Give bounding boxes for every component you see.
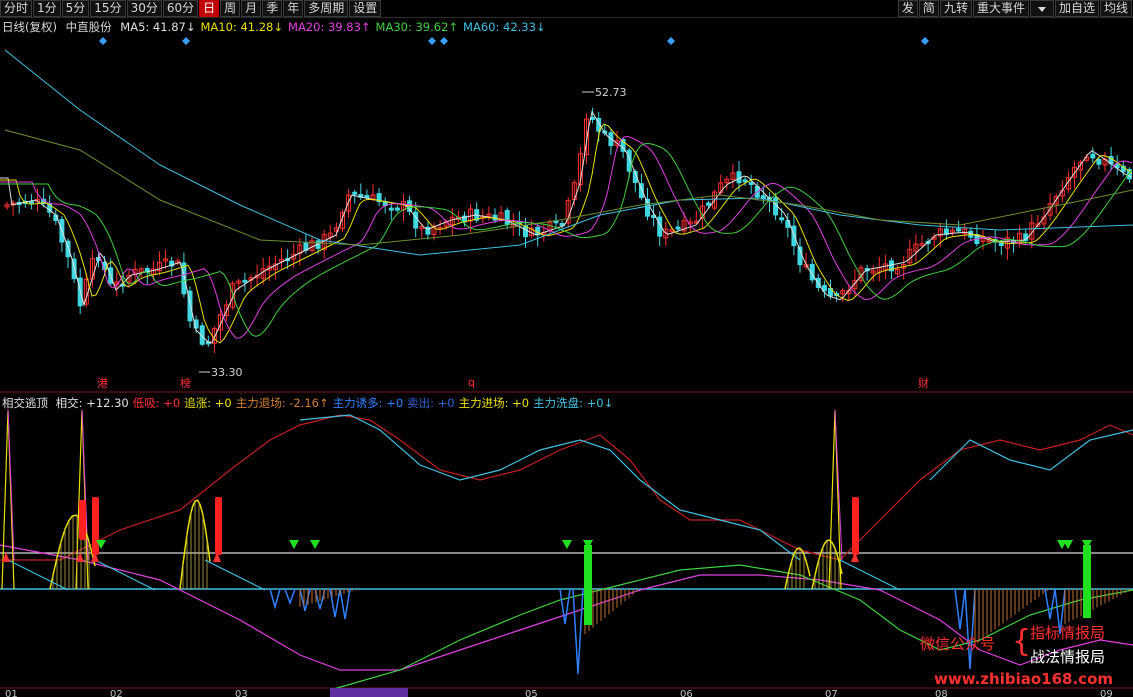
watermark-line1: 指标情报局 bbox=[1030, 624, 1106, 642]
candle-body bbox=[242, 279, 248, 283]
indicator-item-2: 追涨: +0 bbox=[184, 396, 231, 410]
watermark-brace: { bbox=[1012, 624, 1032, 659]
candle-body bbox=[504, 209, 510, 225]
candle-body bbox=[1096, 158, 1102, 165]
indicator-item-label: 相交: +12.30 bbox=[55, 396, 129, 410]
indicator-red-line bbox=[0, 414, 1133, 561]
indicator-item-7: 主力洗盘: +0↓ bbox=[533, 396, 613, 410]
indicator-cyan-line bbox=[299, 414, 801, 561]
signal-diamond bbox=[440, 37, 448, 45]
green-down-arrow-3 bbox=[562, 540, 572, 549]
indicator-item-1: 低吸: +0 bbox=[133, 396, 180, 410]
indicator-item-0: 相交: +12.30 bbox=[56, 396, 129, 410]
indicator-legend: 相交逃顶 相交: +12.30 低吸: +0 追涨: +0 主力退场: -2.16↑ 主… bbox=[2, 395, 621, 411]
x-tick-5: 06 bbox=[680, 689, 693, 697]
indicator-item-label: 主力诱多: +0 bbox=[332, 396, 404, 410]
signal-diamond bbox=[99, 37, 107, 45]
indicator-item-6: 主力进场: +0 bbox=[459, 396, 529, 410]
watermark-wechat: 微信公众号 bbox=[920, 635, 996, 653]
stock-chart-app: 分时 1分 5分 15分 30分 60分日周月季年多周期 设置 发 简 九转 重大事件 加自… bbox=[0, 0, 1133, 697]
x-tick-4: 05 bbox=[525, 689, 538, 697]
blue-spike-group-3 bbox=[1044, 588, 1056, 620]
candle-body bbox=[388, 207, 394, 211]
red-signal-bar-1 bbox=[92, 497, 99, 555]
watermark-site: www.zhibiao168.com bbox=[934, 670, 1114, 688]
event-marker-3: 财 bbox=[918, 376, 929, 390]
candle-body bbox=[998, 242, 1004, 247]
x-tick-2: 03 bbox=[235, 689, 248, 697]
yellow-hump-3 bbox=[784, 547, 811, 590]
cyan-decay-2 bbox=[94, 559, 156, 591]
indicator-item-label: 主力进场: +0 bbox=[458, 396, 530, 410]
candle-body bbox=[742, 179, 748, 183]
blue-spike-group-1 bbox=[339, 588, 351, 620]
indicator-item-label: 主力退场: -2.16 bbox=[235, 396, 320, 410]
event-marker-2: q bbox=[468, 376, 475, 389]
red-signal-bar-2 bbox=[215, 497, 222, 555]
cyan-decay-1 bbox=[7, 559, 69, 591]
blue-spike-group-2 bbox=[559, 588, 571, 625]
x-tick-1: 02 bbox=[110, 689, 123, 697]
green-down-arrow-1 bbox=[289, 540, 299, 549]
low-price-label: 33.30 bbox=[211, 366, 243, 379]
blue-spike-group-1 bbox=[284, 588, 296, 606]
indicator-cyan-line-2 bbox=[929, 429, 1133, 481]
ma20-line bbox=[0, 135, 1133, 339]
candle-body bbox=[394, 207, 400, 211]
green-signal-bar-1 bbox=[1083, 545, 1091, 618]
red-signal-bar-3 bbox=[852, 497, 859, 555]
indicator-item-3: 主力退场: -2.16↑ bbox=[236, 396, 329, 410]
candle-body bbox=[28, 200, 34, 204]
event-marker-0: 港 bbox=[97, 377, 108, 390]
indicator-items: 相交: +12.30 低吸: +0 追涨: +0 主力退场: -2.16↑ 主力诱多: … bbox=[56, 396, 618, 410]
chart-canvas[interactable]: 52.7333.30港榜q财010203040506070809 bbox=[0, 0, 1133, 697]
signal-diamond bbox=[182, 37, 190, 45]
ma30-line bbox=[0, 142, 1133, 337]
indicator-item-arrow: ↑ bbox=[319, 396, 329, 410]
candle-body bbox=[352, 191, 358, 195]
signal-diamond bbox=[921, 37, 929, 45]
watermark: 微信公众号 { 指标情报局 战法情报局 www.zhibiao168.com bbox=[920, 622, 1130, 694]
candle-body bbox=[364, 194, 370, 199]
time-selection-highlight bbox=[330, 688, 408, 697]
indicator-item-label: 主力洗盘: +0 bbox=[533, 396, 604, 410]
blue-spike-group-1 bbox=[269, 588, 281, 610]
magenta-spike-3 bbox=[834, 409, 843, 561]
event-marker-1: 榜 bbox=[180, 376, 191, 390]
candle-body bbox=[779, 217, 785, 221]
candle-body bbox=[559, 222, 565, 226]
green-signal-bar-0 bbox=[584, 545, 592, 625]
indicator-item-label: 低吸: +0 bbox=[132, 396, 181, 410]
candle-body bbox=[748, 182, 754, 186]
red-signal-bar-0 bbox=[79, 500, 86, 540]
indicator-item-label: 追涨: +0 bbox=[184, 396, 232, 410]
signal-diamond bbox=[428, 37, 436, 45]
indicator-item-4: 主力诱多: +0 bbox=[333, 396, 403, 410]
indicator-item-5: 卖出: +0 bbox=[407, 396, 454, 410]
x-tick-0: 01 bbox=[5, 689, 18, 697]
blue-spike-group-2 bbox=[572, 588, 584, 675]
indicator-name: 相交逃顶 bbox=[2, 396, 48, 410]
magenta-spike-1 bbox=[7, 409, 15, 561]
candle-body bbox=[956, 228, 962, 232]
indicator-item-arrow: ↓ bbox=[603, 396, 614, 410]
cyan-decay-4 bbox=[839, 559, 901, 591]
cyan-decay-3 bbox=[204, 559, 266, 591]
indicator-item-label: 卖出: +0 bbox=[407, 396, 455, 410]
candle-body bbox=[1090, 153, 1096, 159]
green-down-arrow-2 bbox=[310, 540, 320, 549]
signal-diamond bbox=[667, 37, 675, 45]
watermark-line2: 战法情报局 bbox=[1030, 648, 1106, 666]
candle-body bbox=[675, 226, 681, 230]
high-price-label: 52.73 bbox=[595, 86, 627, 99]
candle-body bbox=[706, 202, 711, 206]
candle-body bbox=[181, 262, 187, 295]
candle-body bbox=[413, 211, 419, 229]
x-tick-6: 07 bbox=[825, 689, 838, 697]
